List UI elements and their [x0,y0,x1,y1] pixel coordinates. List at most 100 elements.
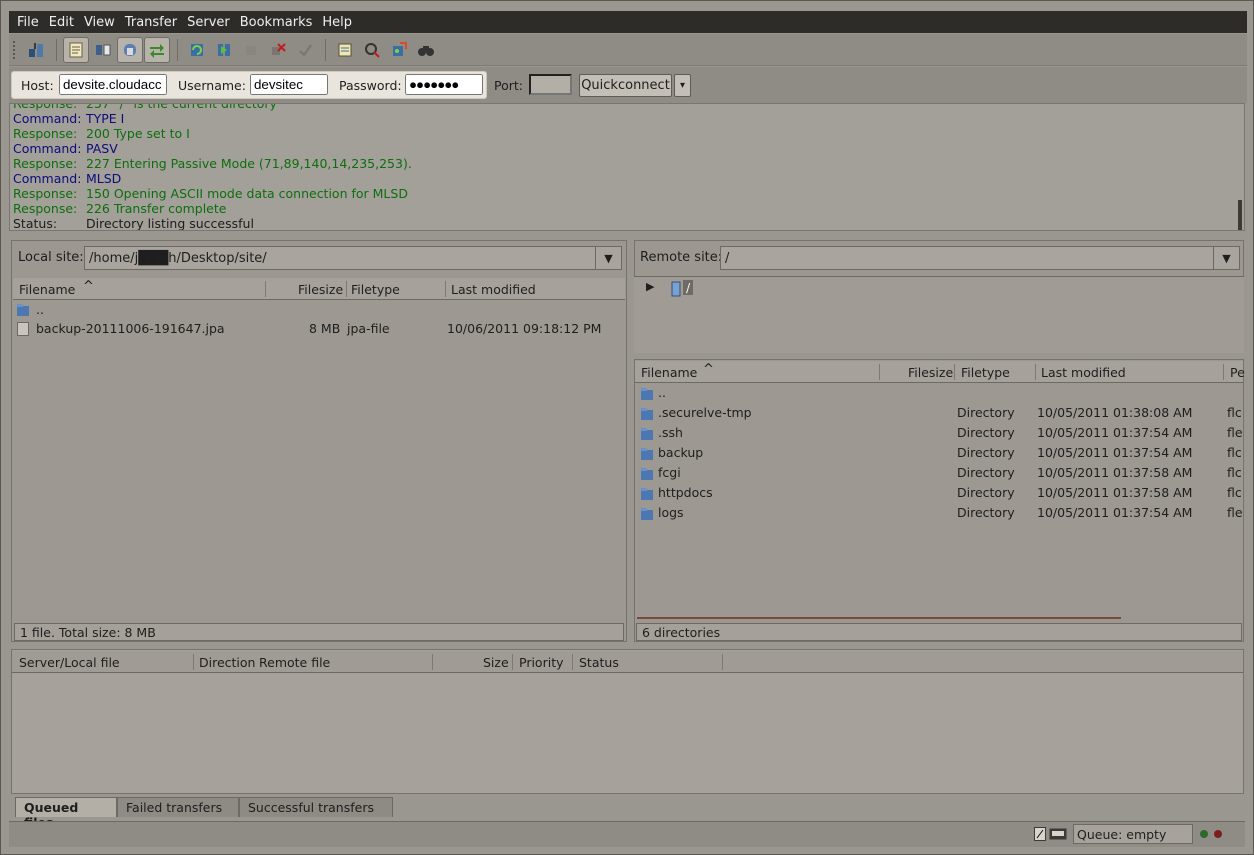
cancel-icon[interactable] [238,37,264,63]
host-input[interactable] [59,74,167,95]
menu-edit[interactable]: Edit [49,15,74,30]
menu-file[interactable]: File [17,15,39,30]
toolbar [9,34,1247,66]
local-status-line: 1 file. Total size: 8 MB [14,623,624,641]
column-remote-file[interactable]: Remote file [259,655,330,670]
list-item[interactable]: logs Directory 10/05/2011 01:37:54 AM fl… [635,503,1243,523]
tree-expander-icon[interactable]: ▶ [646,280,654,293]
column-last-modified[interactable]: Last modified [1041,365,1126,380]
log-scrollbar[interactable] [1238,200,1242,230]
column-divider[interactable] [572,654,573,670]
chevron-down-icon[interactable]: ▼ [595,247,621,269]
speed-limit-icon[interactable] [1049,828,1067,840]
reconnect-icon[interactable] [292,37,318,63]
list-item[interactable]: fcgi Directory 10/05/2011 01:37:58 AM fl… [635,463,1243,483]
menu-bookmarks[interactable]: Bookmarks [240,15,313,30]
remote-path: / [725,250,730,266]
menu-transfer[interactable]: Transfer [125,15,177,30]
remote-directory-tree[interactable]: ▶ / [634,276,1244,353]
local-file-list[interactable]: .. backup-20111006-191647.jpa 8 MB jpa-f… [13,300,625,620]
directory-tree-icon[interactable] [90,37,116,63]
column-divider[interactable] [1223,364,1224,380]
compare-directories-icon[interactable] [359,37,385,63]
log-line: Command: MLSD [13,171,122,186]
column-permissions[interactable]: Pe [1230,365,1245,380]
column-size[interactable]: Size [483,655,509,670]
tab-queued-files[interactable]: Queued files [15,797,117,830]
column-divider[interactable] [1035,364,1036,380]
log-line: Command: TYPE I [13,111,125,126]
receive-indicator-icon [1200,830,1208,838]
tab-failed-transfers[interactable]: Failed transfers [117,797,239,817]
remote-site-combo[interactable]: / ▼ [720,246,1240,270]
column-last-modified[interactable]: Last modified [451,282,536,297]
quickconnect-button[interactable]: Quickconnect [579,74,672,97]
column-priority[interactable]: Priority [519,655,564,670]
column-filetype[interactable]: Filetype [351,282,400,297]
folder-icon [641,468,653,480]
quickconnect-dropdown-button[interactable]: ▾ [674,74,691,97]
list-item[interactable]: .. [635,383,1243,403]
menu-view[interactable]: View [84,15,115,30]
chevron-down-icon[interactable]: ▼ [1213,247,1239,269]
column-divider[interactable] [193,654,194,670]
column-divider[interactable] [265,281,266,297]
column-divider[interactable] [954,364,955,380]
log-line: Response: 257 "/" is the current director… [13,103,277,111]
column-status[interactable]: Status [579,655,619,670]
column-filetype[interactable]: Filetype [961,365,1010,380]
refresh-icon[interactable] [184,37,210,63]
column-filesize[interactable]: Filesize [298,282,343,297]
port-input[interactable] [529,74,572,95]
menu-server[interactable]: Server [187,15,230,30]
sync-browsing-icon[interactable] [386,37,412,63]
local-site-label: Local site: [18,250,84,265]
search-remote-icon[interactable] [413,37,439,63]
username-label: Username: [178,78,246,93]
message-log[interactable]: Response: 257 "/" is the current director… [9,103,1245,231]
queue-status: Queue: empty [1073,824,1193,844]
list-item[interactable]: .securelve-tmp Directory 10/05/2011 01:3… [635,403,1243,423]
column-divider[interactable] [445,281,446,297]
list-item[interactable]: backup Directory 10/05/2011 01:37:54 AM … [635,443,1243,463]
site-manager-icon[interactable] [23,37,49,63]
log-line: Response: 150 Opening ASCII mode data con… [13,186,408,201]
list-item[interactable]: .. [13,300,625,320]
sort-ascending-icon: ^ [703,362,714,377]
directory-listing-filters-icon[interactable] [332,37,358,63]
folder-icon [641,408,653,420]
port-label: Port: [494,78,523,93]
list-item[interactable]: .ssh Directory 10/05/2011 01:37:54 AM fl… [635,423,1243,443]
column-divider[interactable] [512,654,513,670]
column-filesize[interactable]: Filesize [908,365,953,380]
disconnect-icon[interactable] [265,37,291,63]
column-server-local-file[interactable]: Server/Local file [19,655,120,670]
list-item[interactable]: backup-20111006-191647.jpa 8 MB jpa-file… [13,319,625,339]
column-direction[interactable]: Direction [199,655,255,670]
folder-icon [17,304,29,316]
column-divider[interactable] [346,281,347,297]
password-input[interactable] [405,74,483,95]
sort-ascending-icon: ^ [83,279,94,294]
message-log-icon[interactable] [63,36,89,63]
local-site-combo[interactable]: /home/j███h/Desktop/site/ ▼ [84,246,622,270]
list-item[interactable]: httpdocs Directory 10/05/2011 01:37:58 A… [635,483,1243,503]
log-line: Response: 226 Transfer complete [13,201,227,216]
menu-help[interactable]: Help [322,15,352,30]
remote-file-list[interactable]: .. .securelve-tmp Directory 10/05/2011 0… [635,383,1243,619]
tree-root-node[interactable]: / [683,280,694,295]
filter-icon[interactable] [1034,827,1046,841]
process-queue-icon[interactable] [211,37,237,63]
column-divider[interactable] [722,654,723,670]
column-divider[interactable] [432,654,433,670]
transfer-queue-icon[interactable] [144,36,170,63]
column-filename[interactable]: Filename [19,282,75,297]
remote-tree-icon[interactable] [117,36,143,63]
toolbar-grip[interactable] [13,40,17,59]
horizontal-scrollbar[interactable] [637,617,1121,619]
username-input[interactable] [250,74,328,95]
toolbar-separator [177,38,178,61]
column-filename[interactable]: Filename [641,365,697,380]
column-divider[interactable] [879,364,880,380]
tab-successful-transfers[interactable]: Successful transfers [239,797,393,817]
